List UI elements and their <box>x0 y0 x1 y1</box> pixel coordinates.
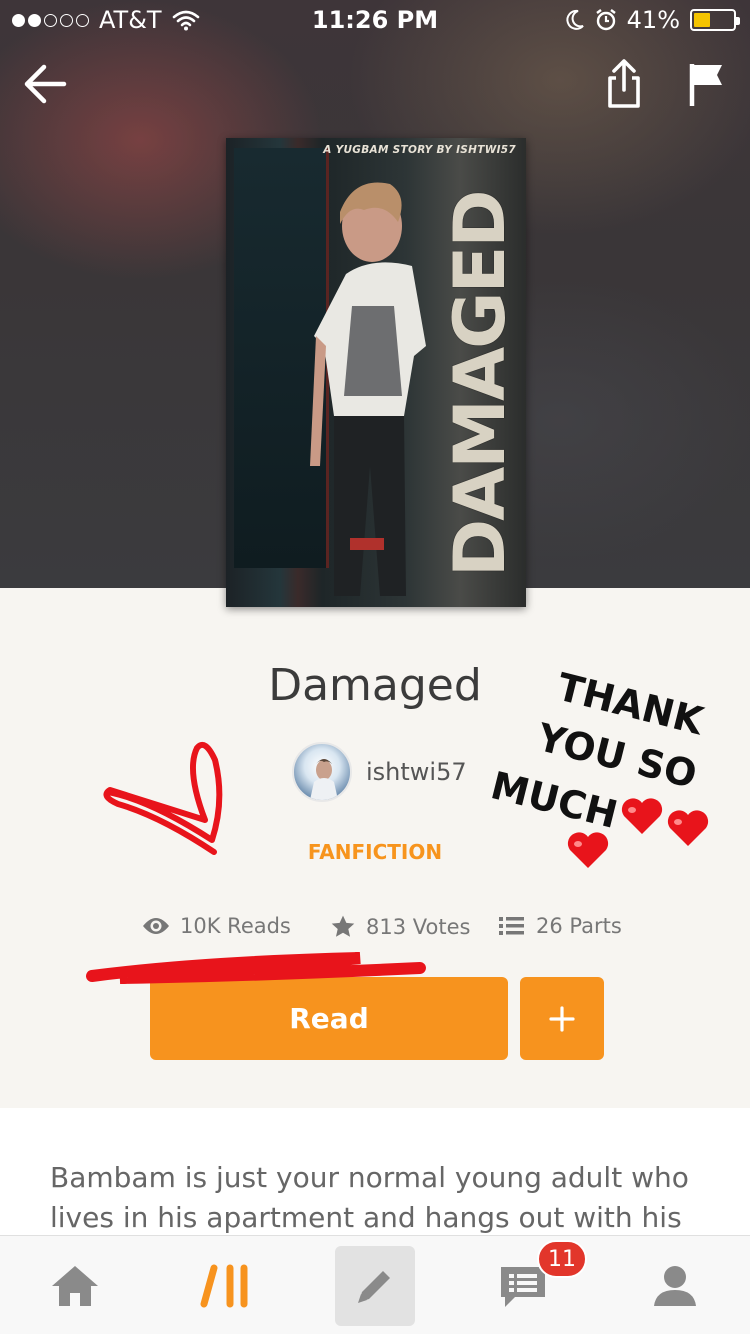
read-button[interactable]: Read <box>150 977 508 1060</box>
parts-count: 26 Parts <box>536 914 622 938</box>
home-icon <box>52 1265 98 1306</box>
moon-icon <box>566 9 584 30</box>
author-row[interactable]: ishtwi57 <box>292 742 467 802</box>
alarm-icon <box>595 9 616 31</box>
plus-icon <box>549 1005 575 1032</box>
status-right: 41% <box>565 6 740 34</box>
avatar[interactable] <box>292 742 352 802</box>
notifications-badge: 11 <box>537 1240 587 1278</box>
tab-home[interactable] <box>30 1236 120 1334</box>
reads-count: 10K Reads <box>180 914 291 938</box>
battery-icon <box>690 9 740 31</box>
add-to-library-button[interactable] <box>520 977 604 1060</box>
profile-icon <box>654 1265 696 1306</box>
tab-profile[interactable] <box>630 1236 720 1334</box>
story-stats: 10K Reads 813 Votes 26 Parts <box>0 914 750 946</box>
reads-stat: 10K Reads <box>142 914 291 938</box>
battery-level <box>694 13 710 27</box>
eye-icon <box>143 918 169 934</box>
bottom-tab-bar <box>0 1235 750 1334</box>
parts-stat[interactable]: 26 Parts <box>498 914 622 938</box>
star-icon <box>331 915 355 937</box>
tab-discover[interactable] <box>180 1236 270 1334</box>
heart-icon <box>667 810 709 846</box>
red-underline-scribble <box>86 952 426 984</box>
heart-icon <box>621 798 663 834</box>
back-arrow-icon[interactable] <box>22 62 70 106</box>
votes-stat: 813 Votes <box>330 914 470 940</box>
heart-icon <box>567 832 609 868</box>
pencil-icon <box>358 1270 390 1303</box>
red-check-scribble <box>103 742 223 855</box>
cover-figure <box>310 182 426 596</box>
battery-percent: 41% <box>626 6 680 34</box>
votes-count: 813 Votes <box>366 915 471 939</box>
tab-write[interactable] <box>334 1236 416 1334</box>
story-description: Bambam is just your normal young adult w… <box>50 1161 689 1234</box>
avatar-figure <box>310 759 338 800</box>
status-bar: AT&T 11:26 PM 41% <box>0 0 750 40</box>
discover-icon <box>200 1264 248 1307</box>
cover-kicker: A YUGBAM STORY BY ISHTWI57 <box>323 144 516 156</box>
list-icon <box>499 917 524 935</box>
author-name[interactable]: ishtwi57 <box>366 758 467 786</box>
share-icon[interactable] <box>602 58 646 110</box>
cover-title: DAMAGED <box>439 191 521 577</box>
book-cover[interactable]: A YUGBAM STORY BY ISHTWI57 DAMAGED <box>226 138 526 607</box>
flag-icon[interactable] <box>686 60 726 108</box>
write-button-bg <box>335 1245 415 1326</box>
